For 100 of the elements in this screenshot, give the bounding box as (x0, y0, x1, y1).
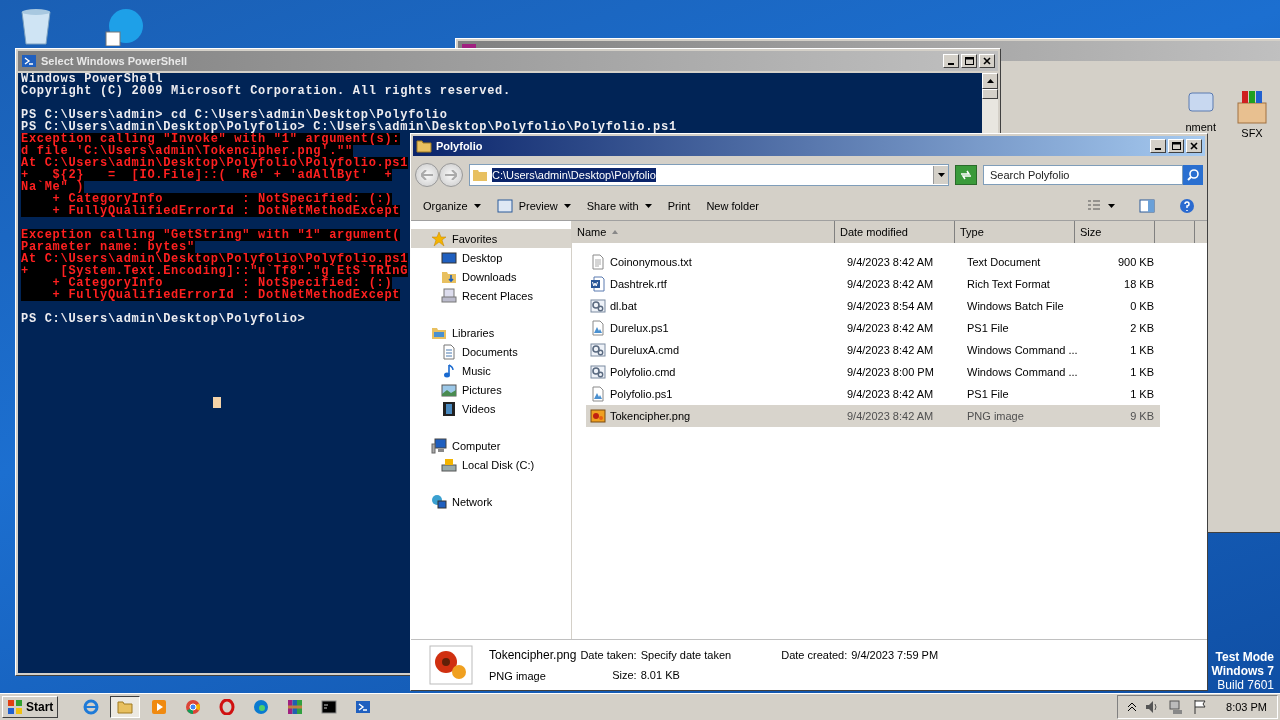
script-file-icon (590, 386, 606, 402)
archive-box-icon (1234, 89, 1270, 125)
toolbar-button[interactable]: Print (661, 197, 697, 215)
nav-item[interactable]: Favorites (411, 229, 571, 248)
column-header[interactable]: Name (572, 221, 835, 243)
terminal-icon (321, 699, 338, 715)
pane-icon (1139, 198, 1155, 214)
chevron-up-icon (1128, 703, 1137, 711)
maximize-button[interactable] (961, 54, 977, 68)
file-row[interactable]: DureluxA.cmd 9/4/2023 8:42 AM Windows Command ... 1 KB (586, 339, 1160, 361)
nav-item[interactable]: Downloads (411, 267, 571, 286)
nav-item[interactable]: Videos (411, 399, 571, 418)
folder-icon (117, 699, 134, 715)
nav-item[interactable]: Network (411, 492, 571, 511)
drive-icon (441, 456, 457, 473)
nav-item[interactable]: Documents (411, 342, 571, 361)
scroll-thumb[interactable] (982, 89, 998, 99)
text-cursor (213, 397, 221, 408)
network-icon (431, 493, 447, 510)
refresh-button[interactable] (955, 165, 977, 185)
start-button[interactable]: Start (2, 696, 59, 718)
date-modified: 9/4/2023 8:42 AM (847, 322, 934, 334)
script-file-icon (590, 320, 606, 336)
minimize-button[interactable] (1150, 139, 1166, 153)
detail-label: Date created: (781, 649, 848, 661)
star-icon (431, 230, 447, 247)
archive-icon (287, 699, 304, 715)
nav-item[interactable]: Libraries (411, 323, 571, 342)
network-icon (1168, 699, 1185, 715)
file-row[interactable]: Polyfolio.cmd 9/4/2023 8:00 PM Windows Command ... 1 KB (586, 361, 1160, 383)
nav-item[interactable]: Computer (411, 436, 571, 455)
back-arrow-icon (421, 170, 433, 180)
toolbar-button[interactable]: Preview (490, 195, 577, 217)
search-button[interactable] (1183, 165, 1203, 185)
nav-item[interactable]: Pictures (411, 380, 571, 399)
refresh-icon (960, 170, 972, 180)
column-header[interactable]: Size (1075, 221, 1155, 243)
file-name: DureluxA.cmd (610, 344, 680, 356)
computer-icon (431, 437, 447, 454)
desktop-text: Test Mode (1215, 650, 1274, 664)
date-modified: 9/4/2023 8:42 AM (847, 388, 934, 400)
gear-file-icon (590, 342, 606, 358)
file-name: dl.bat (610, 300, 637, 312)
toolbar-button[interactable]: New folder (700, 197, 765, 215)
date-modified: 9/4/2023 8:42 AM (847, 344, 934, 356)
file-row[interactable]: Tokencipher.png 9/4/2023 8:42 AM PNG image 9 KB (586, 405, 1160, 427)
toolbar-label: SFX (1241, 127, 1263, 139)
console-line: PS C:\Users\admin\Desktop\Polyfolio> (21, 313, 306, 325)
column-header[interactable]: Date modified (835, 221, 955, 243)
maximize-icon (964, 57, 974, 65)
file-row[interactable]: Dashtrek.rtf 9/4/2023 8:42 AM Rich Text Format 18 KB (586, 273, 1160, 295)
file-type: Text Document (967, 256, 1041, 268)
browser-icon (253, 699, 270, 715)
file-type: Windows Command ... (967, 366, 1078, 378)
scrollbar[interactable] (982, 73, 998, 135)
file-size: 0 KB (1130, 300, 1154, 312)
play-icon (151, 699, 168, 715)
close-button[interactable] (979, 54, 995, 68)
nav-item[interactable]: Local Disk (C:) (411, 455, 571, 474)
picture-icon (441, 381, 457, 398)
close-button[interactable] (1186, 139, 1202, 153)
nav-item[interactable]: Desktop (411, 248, 571, 267)
nav-item[interactable]: Recent Places (411, 286, 571, 305)
file-name: Dashtrek.rtf (610, 278, 667, 290)
date-modified: 9/4/2023 8:00 PM (847, 366, 934, 378)
folder-icon (472, 167, 488, 183)
terminal-icon (21, 53, 37, 69)
file-row[interactable]: Polyfolio.ps1 9/4/2023 8:42 AM PS1 File 1 KB (586, 383, 1160, 405)
up-arrow-icon (986, 79, 994, 83)
close-icon (983, 57, 991, 65)
address-field[interactable]: C:\Users\admin\Desktop\Polyfolio (469, 164, 949, 186)
file-type: PNG image (489, 670, 547, 682)
maximize-button[interactable] (1168, 139, 1184, 153)
browser-icon (83, 699, 100, 715)
file-row[interactable]: Durelux.ps1 9/4/2023 8:42 AM PS1 File 2 KB (586, 317, 1160, 339)
file-type: Windows Batch File (967, 300, 1064, 312)
gear-file-icon (590, 364, 606, 380)
document-icon (590, 276, 606, 292)
search-field[interactable]: Search Polyfolio (983, 165, 1183, 185)
nav-item[interactable]: Music (411, 361, 571, 380)
minimize-button[interactable] (943, 54, 959, 68)
file-type: Windows Command ... (967, 344, 1078, 356)
file-name: Tokencipher.png (489, 648, 577, 662)
maximize-icon (1171, 142, 1181, 150)
file-name: Tokencipher.png (610, 410, 691, 422)
flag-icon (1192, 699, 1209, 715)
column-header[interactable]: Type (955, 221, 1075, 243)
file-size: 1 KB (1130, 344, 1154, 356)
taskbar-button[interactable] (110, 696, 141, 718)
document-icon (441, 343, 457, 360)
recycle-bin-icon (18, 6, 54, 46)
toolbar-button[interactable]: Organize (417, 197, 487, 215)
file-size: 900 KB (1117, 256, 1154, 268)
file-size: 9 KB (1130, 410, 1154, 422)
console-line: Copyright (C) 2009 Microsoft Corporation. All rights reserved. (21, 85, 511, 97)
file-row[interactable]: Coinonymous.txt 9/4/2023 8:42 AM Text Document 900 KB (586, 251, 1160, 273)
file-row[interactable]: dl.bat 9/4/2023 8:54 AM Windows Batch File 0 KB (586, 295, 1160, 317)
gear-file-icon (590, 298, 606, 314)
caret-icon (1108, 204, 1115, 208)
toolbar-button[interactable]: Share with (580, 197, 658, 215)
